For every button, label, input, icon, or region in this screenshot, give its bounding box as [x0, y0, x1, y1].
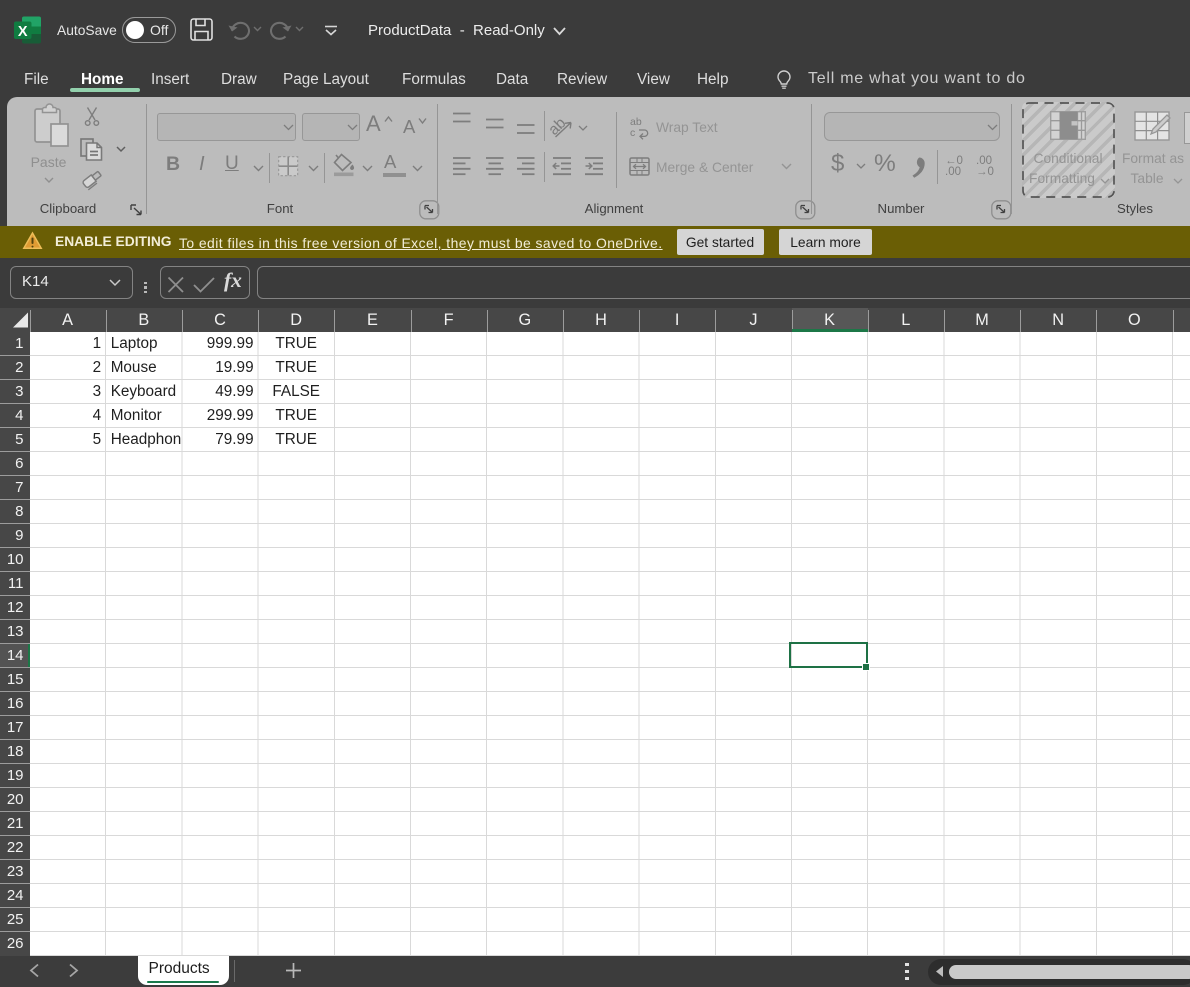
svg-text:c: c: [630, 127, 635, 139]
svg-text:X: X: [18, 24, 28, 40]
